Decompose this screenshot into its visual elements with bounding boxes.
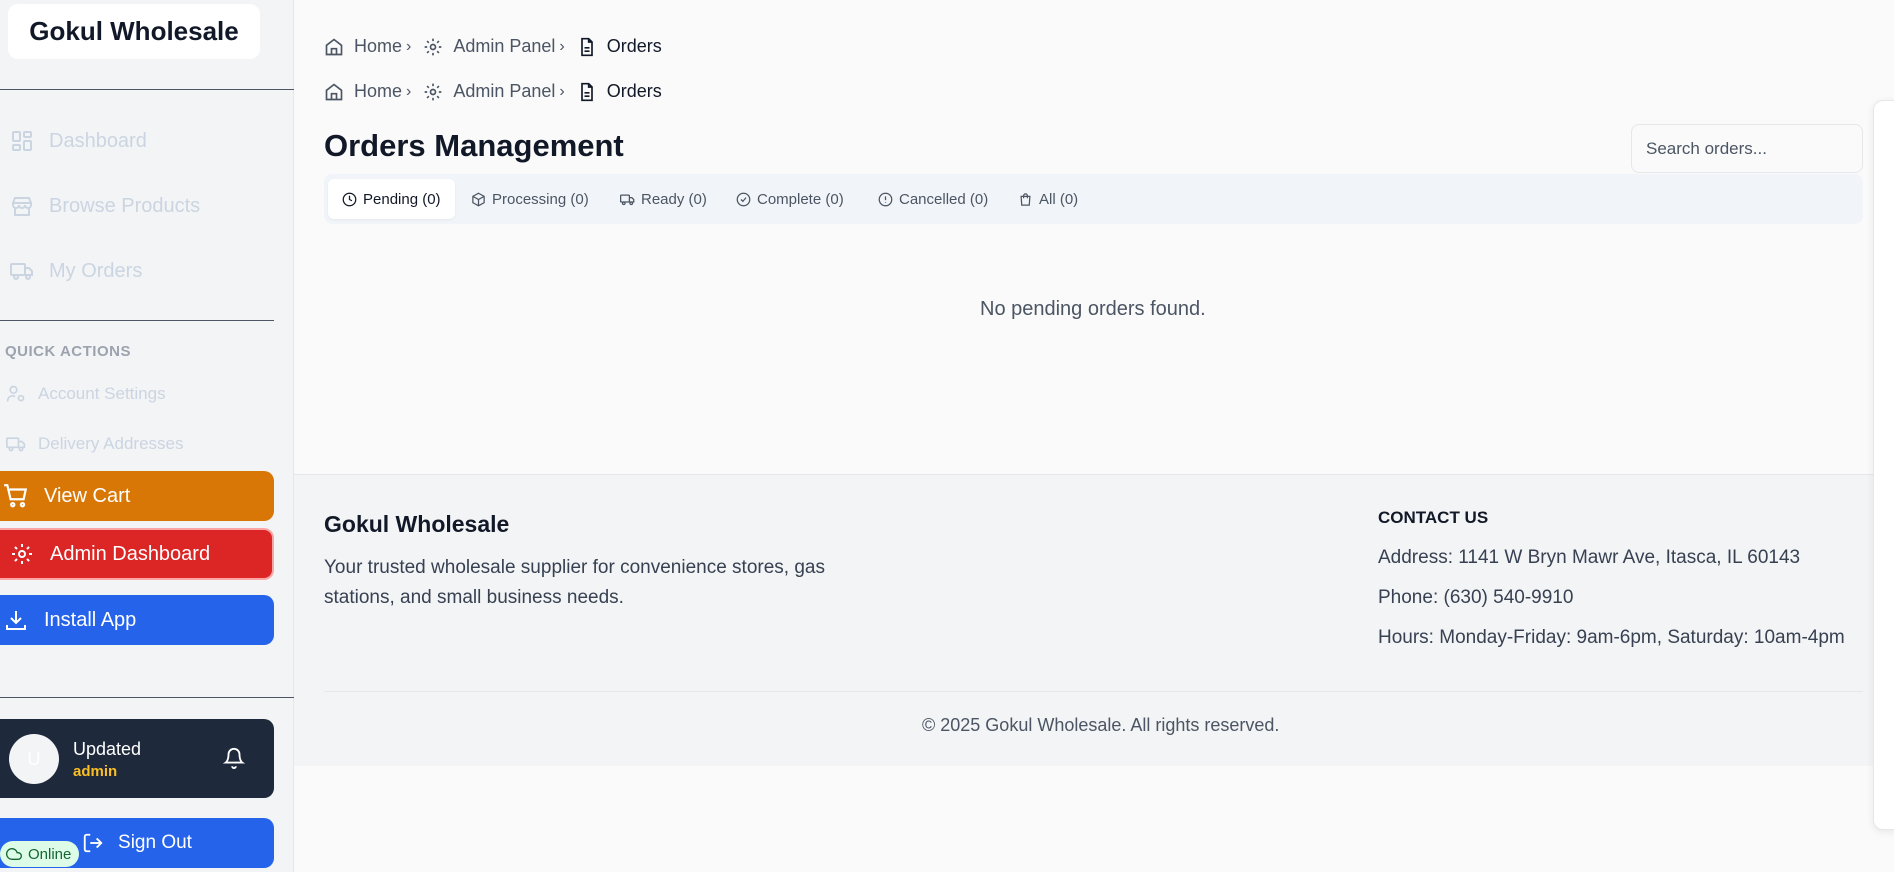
- quick-action-label: Delivery Addresses: [38, 434, 184, 453]
- breadcrumb-current: Orders: [606, 36, 662, 56]
- sidebar-item-my-orders[interactable]: My Orders: [0, 257, 142, 285]
- footer-brand: Gokul Wholesale: [324, 511, 510, 537]
- sidebar-item-label: Dashboard: [49, 129, 147, 152]
- footer: Gokul Wholesale Your trusted wholesale s…: [294, 474, 1894, 766]
- tab-processing[interactable]: Processing (0): [457, 179, 603, 219]
- breadcrumb: Home › Admin Panel › Orders: [324, 36, 662, 57]
- breadcrumb-current: Orders: [606, 81, 662, 101]
- breadcrumb-home[interactable]: Home: [354, 36, 402, 57]
- package-icon: [471, 192, 486, 207]
- tab-pending[interactable]: Pending (0): [328, 179, 455, 219]
- sidebar: Gokul Wholesale Dashboard Browse Product…: [0, 0, 294, 872]
- admin-dashboard-button[interactable]: Admin Dashboard: [0, 528, 274, 580]
- quick-action-label: Account Settings: [38, 384, 166, 403]
- logout-icon: [82, 832, 104, 854]
- store-icon: [8, 192, 36, 220]
- footer-divider: [324, 691, 1863, 692]
- gear-icon: [423, 37, 443, 57]
- view-cart-label: View Cart: [44, 484, 131, 507]
- breadcrumb-admin-panel[interactable]: Admin Panel: [453, 36, 555, 57]
- shopping-bag-icon: [1018, 192, 1033, 207]
- sidebar-item-browse-products[interactable]: Browse Products: [0, 192, 200, 220]
- user-cog-icon: [5, 383, 27, 405]
- contact-address: Address: 1141 W Bryn Mawr Ave, Itasca, I…: [1378, 547, 1801, 568]
- alert-circle-icon: [878, 192, 893, 207]
- breadcrumb: Home › Admin Panel › Orders: [324, 81, 662, 102]
- copyright: © 2025 Gokul Wholesale. All rights reser…: [922, 715, 1280, 735]
- admin-dashboard-label: Admin Dashboard: [50, 542, 211, 565]
- chevron-right-icon: ›: [406, 82, 412, 100]
- sidebar-divider: [0, 320, 274, 321]
- check-circle-icon: [736, 192, 751, 207]
- sidebar-divider: [0, 89, 294, 90]
- quick-actions-heading: QUICK ACTIONS: [5, 343, 131, 360]
- install-app-label: Install App: [44, 608, 137, 631]
- contact-heading: CONTACT US: [1378, 508, 1489, 527]
- tab-label: Processing (0): [492, 190, 589, 208]
- search-input[interactable]: [1631, 124, 1863, 173]
- bell-icon[interactable]: [222, 747, 246, 769]
- tab-label: Pending (0): [363, 190, 441, 208]
- status-tabs: Pending (0) Processing (0) Ready (0) Com…: [324, 174, 1863, 224]
- user-name: Updated: [73, 739, 142, 759]
- sidebar-divider: [0, 697, 294, 698]
- sign-out-label: Sign Out: [118, 832, 192, 853]
- home-icon: [324, 82, 344, 102]
- tab-cancelled[interactable]: Cancelled (0): [864, 179, 1002, 219]
- gear-icon: [423, 82, 443, 102]
- download-icon: [2, 606, 30, 634]
- sidebar-item-label: Browse Products: [49, 194, 201, 217]
- contact-hours: Hours: Monday-Friday: 9am-6pm, Saturday:…: [1378, 627, 1845, 648]
- clock-icon: [342, 192, 357, 207]
- tab-ready[interactable]: Ready (0): [606, 179, 721, 219]
- cloud-icon: [6, 846, 22, 862]
- empty-state-message: No pending orders found.: [980, 298, 1206, 320]
- quick-action-delivery-addresses[interactable]: Delivery Addresses: [0, 433, 184, 455]
- tab-label: Complete (0): [757, 190, 844, 208]
- truck-icon: [8, 257, 36, 285]
- breadcrumb-admin-panel[interactable]: Admin Panel: [453, 81, 555, 102]
- avatar[interactable]: U: [9, 734, 59, 784]
- online-status-label: Online: [28, 845, 72, 863]
- document-icon: [577, 37, 597, 57]
- user-role: admin: [73, 763, 118, 780]
- chevron-right-icon: ›: [559, 82, 565, 100]
- grid-icon: [8, 127, 36, 155]
- sidebar-item-dashboard[interactable]: Dashboard: [0, 127, 147, 155]
- breadcrumb-home[interactable]: Home: [354, 81, 402, 102]
- home-icon: [324, 37, 344, 57]
- tab-label: Ready (0): [641, 190, 707, 208]
- view-cart-button[interactable]: View Cart: [0, 471, 274, 521]
- gear-icon: [8, 540, 36, 568]
- cart-icon: [2, 482, 30, 510]
- page-title: Orders Management: [324, 128, 624, 163]
- online-status-badge: Online: [0, 841, 80, 867]
- tab-label: All (0): [1039, 190, 1079, 208]
- tab-complete[interactable]: Complete (0): [722, 179, 858, 219]
- tab-label: Cancelled (0): [899, 190, 989, 208]
- tab-all[interactable]: All (0): [1004, 179, 1092, 219]
- brand-logo[interactable]: Gokul Wholesale: [8, 4, 260, 59]
- truck-icon: [5, 433, 27, 455]
- quick-action-account-settings[interactable]: Account Settings: [0, 383, 166, 405]
- install-app-button[interactable]: Install App: [0, 595, 274, 645]
- truck-icon: [620, 192, 635, 207]
- contact-phone: Phone: (630) 540-9910: [1378, 587, 1574, 608]
- sidebar-item-label: My Orders: [49, 259, 143, 282]
- user-card: U Updated admin: [0, 719, 274, 798]
- side-drawer-edge[interactable]: [1873, 100, 1894, 830]
- chevron-right-icon: ›: [406, 37, 412, 55]
- chevron-right-icon: ›: [559, 37, 565, 55]
- document-icon: [577, 82, 597, 102]
- footer-description: Your trusted wholesale supplier for conv…: [324, 557, 825, 608]
